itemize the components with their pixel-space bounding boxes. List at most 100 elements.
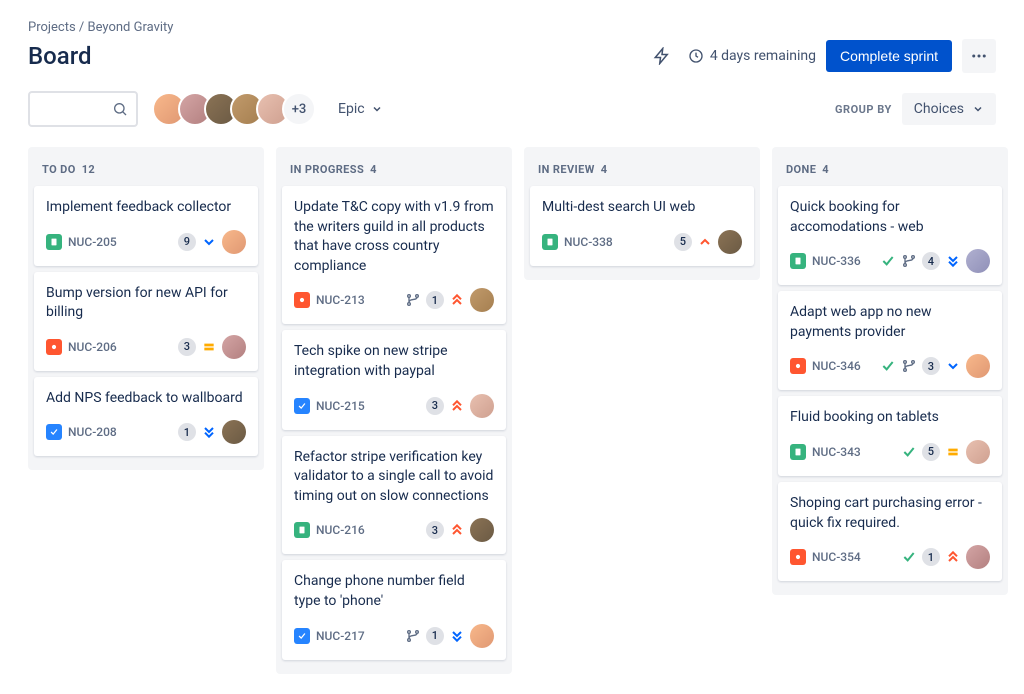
card-title: Add NPS feedback to wallboard: [46, 389, 246, 409]
assignee-avatar[interactable]: [966, 545, 990, 569]
avatar-more[interactable]: +3: [282, 92, 316, 126]
card-title: Fluid booking on tablets: [790, 408, 990, 428]
story-points: 3: [426, 397, 444, 415]
story-points: 5: [674, 233, 692, 251]
priority-highest-icon: [449, 522, 465, 538]
search-input[interactable]: [28, 91, 138, 127]
priority-lowest-icon: [201, 424, 217, 440]
check-icon: [880, 253, 896, 269]
column-in-review: IN REVIEW 4 Multi-dest search UI web NUC…: [524, 147, 760, 280]
bug-icon: [790, 549, 806, 565]
priority-low-icon: [201, 234, 217, 250]
story-icon: [46, 234, 62, 250]
issue-key: NUC-346: [812, 359, 861, 373]
card-title: Bump version for new API for billing: [46, 284, 246, 323]
assignee-avatar[interactable]: [222, 335, 246, 359]
story-points: 5: [922, 443, 940, 461]
column-todo: TO DO 12 Implement feedback collector NU…: [28, 147, 264, 470]
sprint-remaining: 4 days remaining: [688, 48, 816, 64]
card-title: Tech spike on new stripe integration wit…: [294, 342, 494, 381]
issue-card[interactable]: Add NPS feedback to wallboard NUC-208 1: [34, 377, 258, 457]
issue-key: NUC-354: [812, 550, 861, 564]
page-title: Board: [28, 42, 92, 70]
issue-card[interactable]: Update T&C copy with v1.9 from the write…: [282, 186, 506, 324]
breadcrumb-parent[interactable]: Projects: [28, 20, 76, 35]
issue-key: NUC-217: [316, 629, 365, 643]
breadcrumb: Projects / Beyond Gravity: [28, 20, 996, 35]
issue-card[interactable]: Adapt web app no new payments provider N…: [778, 291, 1002, 390]
issue-card[interactable]: Implement feedback collector NUC-205 9: [34, 186, 258, 266]
complete-sprint-button[interactable]: Complete sprint: [826, 40, 952, 72]
issue-key: NUC-216: [316, 523, 365, 537]
issue-key: NUC-336: [812, 254, 861, 268]
assignee-avatar[interactable]: [966, 249, 990, 273]
issue-key: NUC-215: [316, 399, 365, 413]
bug-icon: [790, 358, 806, 374]
card-title: Refactor stripe verification key validat…: [294, 448, 494, 507]
story-points: 1: [178, 423, 196, 441]
issue-key: NUC-205: [68, 235, 117, 249]
dots-icon: [970, 47, 988, 65]
assignee-avatar[interactable]: [966, 440, 990, 464]
issue-key: NUC-338: [564, 235, 613, 249]
branch-icon: [901, 358, 917, 374]
issue-card[interactable]: Quick booking for accomodations - web NU…: [778, 186, 1002, 285]
branch-icon: [901, 253, 917, 269]
epic-filter[interactable]: Epic: [330, 95, 391, 123]
chevron-down-icon: [371, 103, 383, 115]
priority-lowest-icon: [945, 253, 961, 269]
assignee-avatar[interactable]: [470, 394, 494, 418]
card-title: Adapt web app no new payments provider: [790, 303, 990, 342]
story-points: 1: [426, 291, 444, 309]
story-points: 3: [922, 357, 940, 375]
card-title: Multi-dest search UI web: [542, 198, 742, 218]
assignee-filter[interactable]: +3: [152, 92, 316, 126]
column-header: IN REVIEW 4: [530, 155, 754, 186]
story-points: 3: [426, 521, 444, 539]
column-in-progress: IN PROGRESS 4 Update T&C copy with v1.9 …: [276, 147, 512, 674]
assignee-avatar[interactable]: [470, 288, 494, 312]
column-done: DONE 4 Quick booking for accomodations -…: [772, 147, 1008, 595]
assignee-avatar[interactable]: [222, 420, 246, 444]
clock-icon: [688, 48, 704, 64]
priority-medium-icon: [945, 444, 961, 460]
assignee-avatar[interactable]: [470, 518, 494, 542]
group-by-label: GROUP BY: [835, 103, 892, 116]
priority-high-icon: [697, 234, 713, 250]
search-icon: [112, 101, 128, 117]
assignee-avatar[interactable]: [470, 624, 494, 648]
story-points: 9: [178, 233, 196, 251]
branch-icon: [405, 292, 421, 308]
issue-key: NUC-213: [316, 293, 365, 307]
story-icon: [542, 234, 558, 250]
issue-card[interactable]: Change phone number field type to 'phone…: [282, 560, 506, 659]
column-header: TO DO 12: [34, 155, 258, 186]
issue-key: NUC-208: [68, 425, 117, 439]
issue-card[interactable]: Bump version for new API for billing NUC…: [34, 272, 258, 371]
story-icon: [790, 444, 806, 460]
issue-card[interactable]: Tech spike on new stripe integration wit…: [282, 330, 506, 429]
task-icon: [46, 424, 62, 440]
story-points: 1: [426, 627, 444, 645]
automation-icon[interactable]: [646, 40, 678, 72]
issue-card[interactable]: Shoping cart purchasing error - quick fi…: [778, 482, 1002, 581]
card-title: Change phone number field type to 'phone…: [294, 572, 494, 611]
card-title: Implement feedback collector: [46, 198, 246, 218]
kanban-board: TO DO 12 Implement feedback collector NU…: [28, 147, 996, 674]
issue-card[interactable]: Refactor stripe verification key validat…: [282, 436, 506, 555]
story-points: 3: [178, 338, 196, 356]
assignee-avatar[interactable]: [966, 354, 990, 378]
breadcrumb-current: Beyond Gravity: [88, 20, 174, 35]
story-points: 1: [922, 548, 940, 566]
priority-medium-icon: [201, 339, 217, 355]
check-icon: [901, 444, 917, 460]
group-by-select[interactable]: Choices: [902, 93, 996, 125]
issue-card[interactable]: Fluid booking on tablets NUC-343 5: [778, 396, 1002, 476]
issue-card[interactable]: Multi-dest search UI web NUC-338 5: [530, 186, 754, 266]
priority-highest-icon: [449, 292, 465, 308]
more-actions-button[interactable]: [962, 39, 996, 73]
column-header: IN PROGRESS 4: [282, 155, 506, 186]
card-title: Shoping cart purchasing error - quick fi…: [790, 494, 990, 533]
assignee-avatar[interactable]: [718, 230, 742, 254]
assignee-avatar[interactable]: [222, 230, 246, 254]
